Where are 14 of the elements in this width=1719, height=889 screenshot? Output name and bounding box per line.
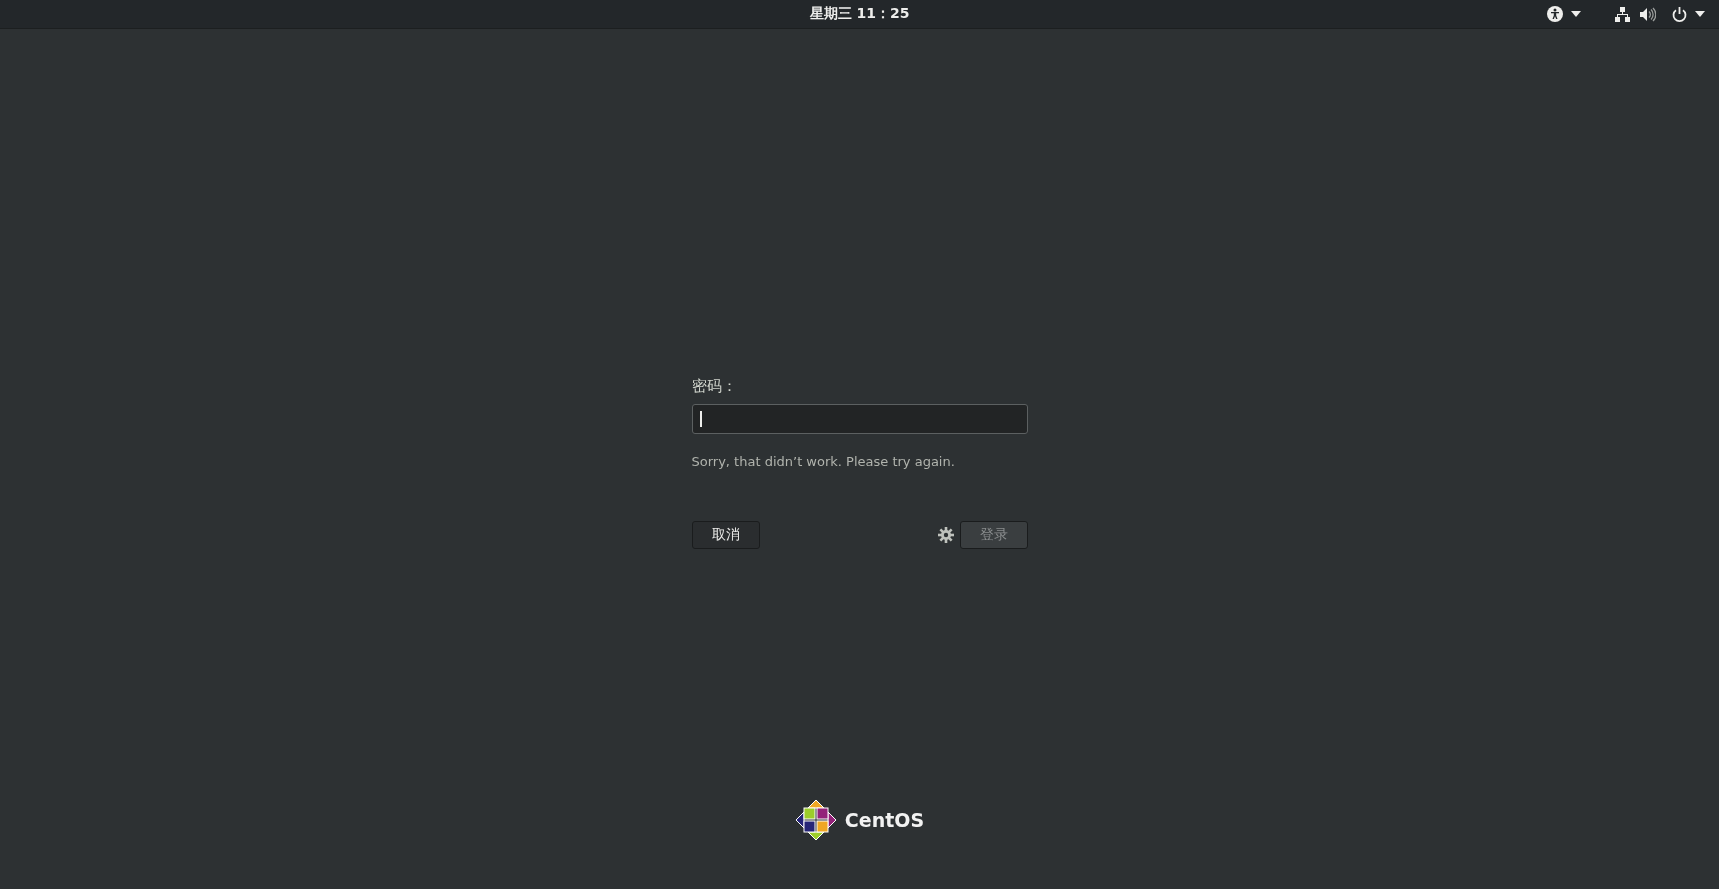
gear-icon[interactable]: [937, 527, 954, 543]
volume-icon[interactable]: [1640, 6, 1656, 22]
network-icon[interactable]: [1615, 6, 1630, 22]
dropdown-arrow-icon: [1571, 11, 1581, 17]
accessibility-icon[interactable]: [1547, 6, 1563, 22]
password-field[interactable]: [691, 404, 1028, 434]
logo-icon: [794, 799, 837, 841]
cancel-button[interactable]: 取消: [691, 521, 760, 549]
dropdown-arrow-icon: [1695, 11, 1705, 17]
brand-name: CentOS: [844, 809, 925, 831]
clock[interactable]: 星期三 11：25: [809, 5, 910, 23]
power-icon[interactable]: [1672, 6, 1687, 22]
password-label: 密码：: [691, 377, 737, 396]
error-message: Sorry, that didn’t work. Please try again.: [691, 454, 955, 469]
